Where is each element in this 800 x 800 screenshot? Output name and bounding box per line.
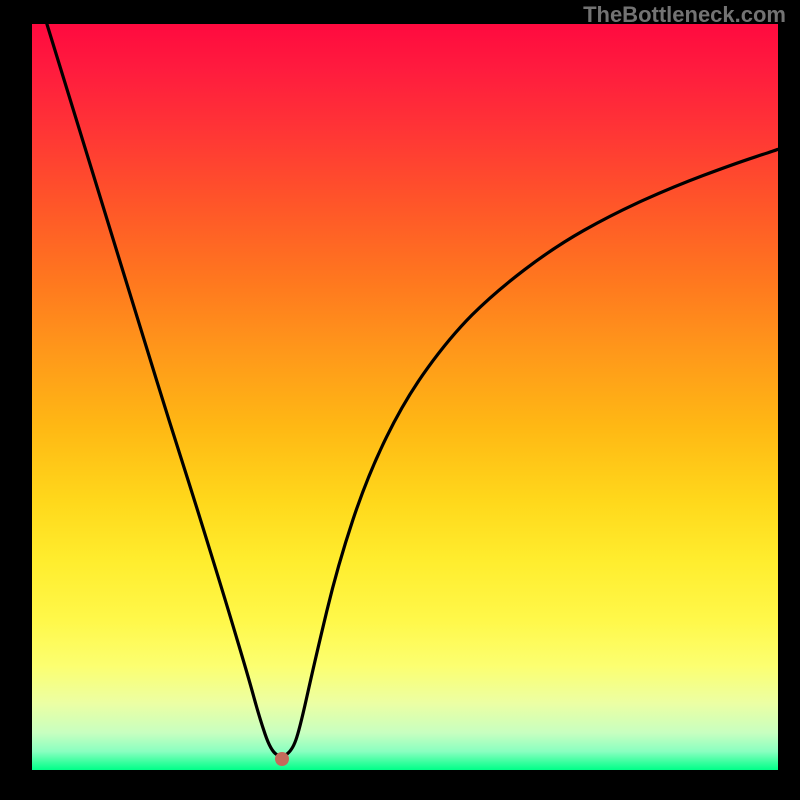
background-gradient	[32, 24, 778, 770]
plot-area	[32, 24, 778, 770]
watermark-text: TheBottleneck.com	[583, 2, 786, 28]
optimum-marker	[275, 752, 289, 766]
